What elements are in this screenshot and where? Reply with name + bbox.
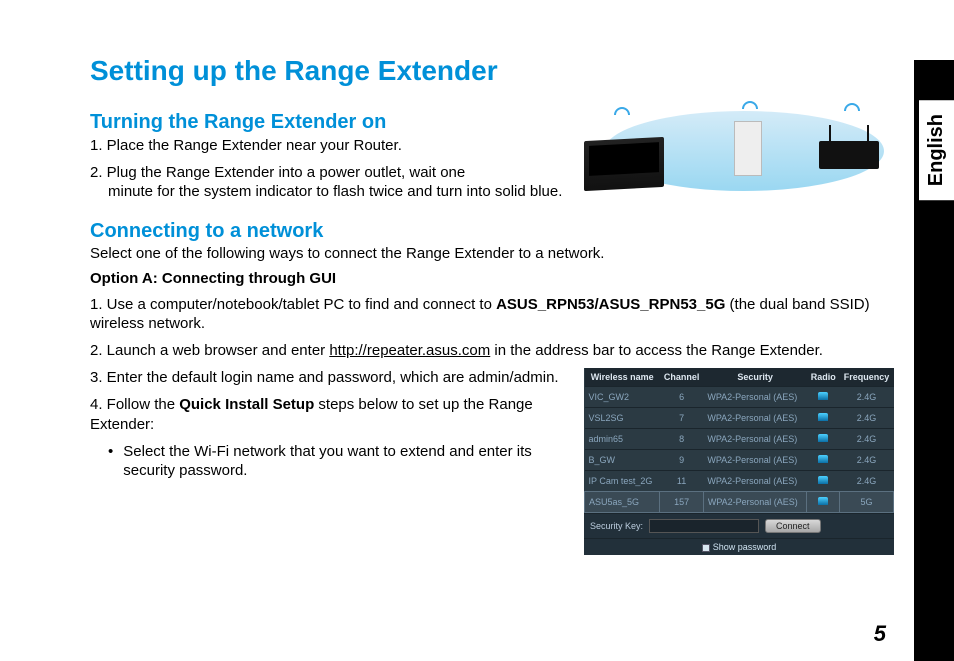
signal-icon <box>818 476 828 484</box>
wifi-networks-panel: Wireless name Channel Security Radio Fre… <box>584 368 894 555</box>
table-row-selected[interactable]: ASU5as_5G157WPA2-Personal (AES)5G <box>585 492 894 513</box>
section1-step1: 1. Place the Range Extender near your Ro… <box>90 136 564 155</box>
col-radio: Radio <box>807 368 840 387</box>
connect-button[interactable]: Connect <box>765 519 821 533</box>
network-illustration <box>584 101 894 201</box>
signal-icon <box>818 434 828 442</box>
optA-step3: 3. Enter the default login name and pass… <box>90 368 568 387</box>
optionA-header: Option A: Connecting through GUI <box>90 270 894 287</box>
wifi-table: Wireless name Channel Security Radio Fre… <box>584 368 894 513</box>
optA-bullet1: Select the Wi-Fi network that you want t… <box>90 442 568 480</box>
signal-icon <box>818 455 828 463</box>
page-content: Setting up the Range Extender Turning th… <box>0 0 954 661</box>
col-name: Wireless name <box>585 368 660 387</box>
laptop-icon <box>584 137 664 191</box>
col-channel: Channel <box>660 368 704 387</box>
security-key-row: Security Key: Connect <box>584 513 894 538</box>
col-freq: Frequency <box>839 368 893 387</box>
show-password-checkbox[interactable] <box>702 544 710 552</box>
table-row[interactable]: B_GW9WPA2-Personal (AES)2.4G <box>585 450 894 471</box>
repeater-url-link[interactable]: http://repeater.asus.com <box>329 342 490 359</box>
section2-heading: Connecting to a network <box>90 220 894 243</box>
optA-step4: 4. Follow the Quick Install Setup steps … <box>90 395 568 433</box>
table-row[interactable]: IP Cam test_2G11WPA2-Personal (AES)2.4G <box>585 471 894 492</box>
table-row[interactable]: VIC_GW26WPA2-Personal (AES)2.4G <box>585 387 894 408</box>
section2-intro: Select one of the following ways to conn… <box>90 245 894 262</box>
security-key-input[interactable] <box>649 519 759 533</box>
router-icon <box>819 141 879 169</box>
col-security: Security <box>703 368 807 387</box>
signal-icon <box>818 413 828 421</box>
page-number: 5 <box>874 621 886 647</box>
section1-heading: Turning the Range Extender on <box>90 111 564 134</box>
security-key-label: Security Key: <box>590 521 643 531</box>
optA-step2: 2. Launch a web browser and enter http:/… <box>90 341 894 360</box>
show-password-label: Show password <box>713 542 777 552</box>
optA-step1: 1. Use a computer/notebook/tablet PC to … <box>90 295 894 333</box>
language-tab: English <box>919 100 954 200</box>
table-row[interactable]: VSL2SG7WPA2-Personal (AES)2.4G <box>585 408 894 429</box>
signal-icon <box>818 392 828 400</box>
extender-icon <box>734 121 762 176</box>
table-row[interactable]: admin658WPA2-Personal (AES)2.4G <box>585 429 894 450</box>
show-password-row: Show password <box>584 538 894 555</box>
signal-icon <box>818 497 828 505</box>
page-title: Setting up the Range Extender <box>90 55 894 87</box>
section1-step2: 2. Plug the Range Extender into a power … <box>90 163 564 201</box>
